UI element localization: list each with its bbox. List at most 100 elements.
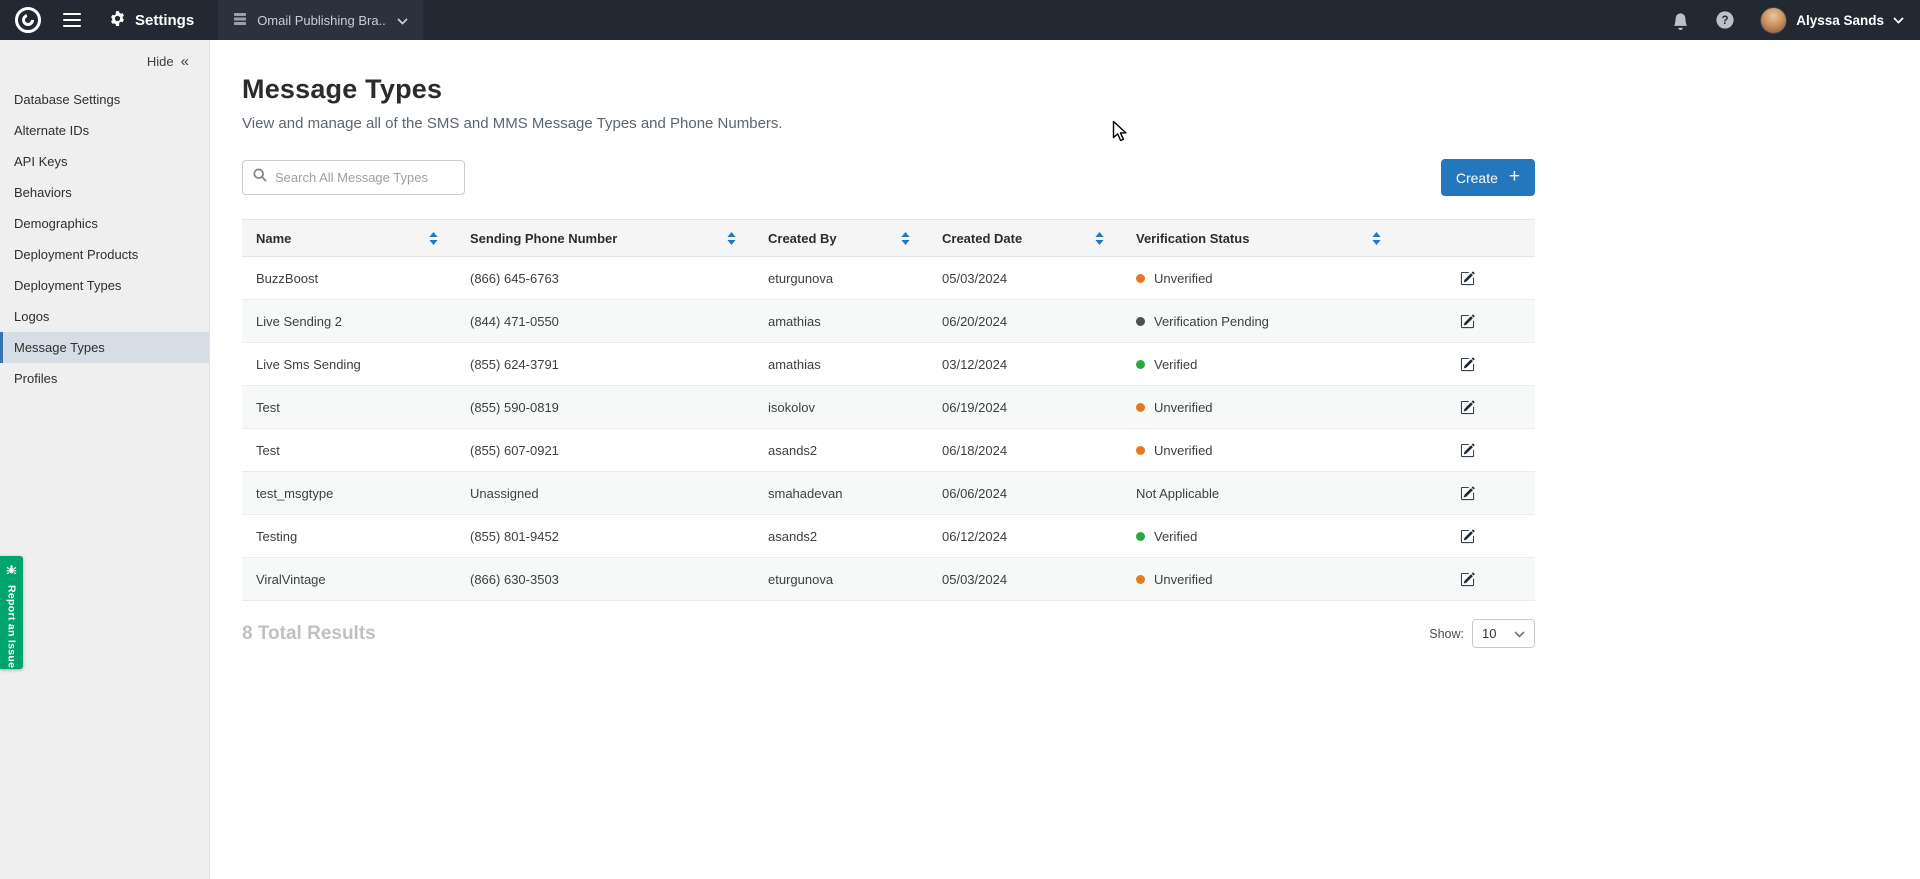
settings-sidebar: Hide « Database Settings Alternate IDs A…: [0, 40, 210, 879]
column-label: Created By: [768, 231, 837, 246]
edit-icon[interactable]: [1457, 569, 1478, 590]
cell-name: Testing: [242, 515, 456, 557]
page-subtitle: View and manage all of the SMS and MMS M…: [242, 115, 1535, 132]
chevron-down-icon: [1893, 11, 1904, 29]
table-row: Test (855) 590-0819 isokolov 06/19/2024 …: [242, 386, 1535, 429]
sidebar-item-deployment-types[interactable]: Deployment Types: [0, 270, 209, 301]
show-label: Show:: [1429, 627, 1464, 641]
cell-phone: (855) 801-9452: [456, 515, 754, 557]
cell-created-date: 03/12/2024: [928, 343, 1122, 385]
menu-icon[interactable]: [59, 9, 85, 31]
table-header-row: Name Sending Phone Number Created By: [242, 220, 1535, 257]
sidebar-item-logos[interactable]: Logos: [0, 301, 209, 332]
page-size-select[interactable]: 10: [1472, 619, 1535, 648]
edit-icon[interactable]: [1457, 311, 1478, 332]
cell-name: ViralVintage: [242, 558, 456, 600]
table-row: test_msgtype Unassigned smahadevan 06/06…: [242, 472, 1535, 515]
sort-icon[interactable]: [1372, 232, 1381, 245]
cell-phone: (855) 590-0819: [456, 386, 754, 428]
help-icon[interactable]: ?: [1715, 10, 1735, 30]
total-results-label: 8 Total Results: [242, 623, 376, 645]
search-box[interactable]: [242, 160, 465, 195]
sidebar-item-deployment-products[interactable]: Deployment Products: [0, 239, 209, 270]
gear-icon: [109, 10, 126, 31]
cell-name: Test: [242, 429, 456, 471]
sidebar-item-api-keys[interactable]: API Keys: [0, 146, 209, 177]
app-logo-icon[interactable]: [13, 5, 43, 35]
sidebar-collapse-button[interactable]: Hide «: [0, 40, 209, 84]
collapse-icon: «: [181, 54, 189, 69]
create-label: Create: [1456, 170, 1498, 186]
column-header-created-by[interactable]: Created By: [754, 220, 928, 256]
column-header-created-date[interactable]: Created Date: [928, 220, 1122, 256]
edit-icon[interactable]: [1457, 440, 1478, 461]
column-label: Verification Status: [1136, 231, 1249, 246]
sidebar-item-message-types[interactable]: Message Types: [0, 332, 209, 363]
cell-phone: (866) 645-6763: [456, 257, 754, 299]
brand-selector[interactable]: Omail Publishing Bra...: [218, 0, 423, 40]
cell-status: Verified: [1122, 515, 1399, 557]
cell-created-date: 06/06/2024: [928, 472, 1122, 514]
status-label: Verified: [1154, 529, 1197, 544]
topbar-settings-link[interactable]: Settings: [109, 10, 194, 31]
edit-icon[interactable]: [1457, 354, 1478, 375]
sidebar-item-database-settings[interactable]: Database Settings: [0, 84, 209, 115]
cell-name: Live Sending 2: [242, 300, 456, 342]
cell-status: Unverified: [1122, 429, 1399, 471]
page-title: Message Types: [242, 74, 1535, 105]
notifications-bell-icon[interactable]: [1671, 11, 1690, 30]
column-label: Sending Phone Number: [470, 231, 617, 246]
column-header-sending-phone-number[interactable]: Sending Phone Number: [456, 220, 754, 256]
cell-created-date: 06/18/2024: [928, 429, 1122, 471]
topbar: Settings Omail Publishing Bra...: [0, 0, 1920, 40]
main-content: Message Types View and manage all of the…: [210, 40, 1920, 879]
sidebar-item-behaviors[interactable]: Behaviors: [0, 177, 209, 208]
report-an-issue-tab[interactable]: Report an Issue: [0, 556, 23, 669]
cell-status: Verification Pending: [1122, 300, 1399, 342]
cell-created-by: amathias: [754, 343, 928, 385]
table-row: ViralVintage (866) 630-3503 eturgunova 0…: [242, 558, 1535, 601]
column-label: Created Date: [942, 231, 1022, 246]
status-label: Unverified: [1154, 400, 1213, 415]
app-window: Settings Omail Publishing Bra...: [0, 0, 1920, 879]
cell-status: Verified: [1122, 343, 1399, 385]
status-dot: [1136, 575, 1145, 584]
user-menu[interactable]: Alyssa Sands: [1760, 7, 1904, 34]
bug-icon: [6, 562, 17, 580]
svg-text:?: ?: [1722, 15, 1729, 27]
plus-icon: +: [1509, 167, 1520, 186]
edit-icon[interactable]: [1457, 397, 1478, 418]
table-row: BuzzBoost (866) 645-6763 eturgunova 05/0…: [242, 257, 1535, 300]
edit-icon[interactable]: [1457, 526, 1478, 547]
status-label: Unverified: [1154, 572, 1213, 587]
sort-icon[interactable]: [727, 232, 736, 245]
edit-icon[interactable]: [1457, 483, 1478, 504]
status-dot: [1136, 532, 1145, 541]
cell-status: Unverified: [1122, 558, 1399, 600]
user-name: Alyssa Sands: [1796, 13, 1884, 28]
cell-name: BuzzBoost: [242, 257, 456, 299]
sidebar-item-alternate-ids[interactable]: Alternate IDs: [0, 115, 209, 146]
sort-icon[interactable]: [901, 232, 910, 245]
sidebar-item-profiles[interactable]: Profiles: [0, 363, 209, 394]
cell-phone: Unassigned: [456, 472, 754, 514]
column-label: Name: [256, 231, 291, 246]
table-row: Test (855) 607-0921 asands2 06/18/2024 U…: [242, 429, 1535, 472]
cell-phone: (844) 471-0550: [456, 300, 754, 342]
chevron-down-icon: [397, 13, 408, 28]
table-row: Testing (855) 801-9452 asands2 06/12/202…: [242, 515, 1535, 558]
search-input[interactable]: [275, 170, 454, 185]
status-dot: [1136, 274, 1145, 283]
sort-icon[interactable]: [1095, 232, 1104, 245]
cell-created-date: 06/19/2024: [928, 386, 1122, 428]
status-label: Not Applicable: [1136, 486, 1219, 501]
edit-icon[interactable]: [1457, 268, 1478, 289]
cell-created-by: amathias: [754, 300, 928, 342]
column-header-verification-status[interactable]: Verification Status: [1122, 220, 1399, 256]
sort-icon[interactable]: [429, 232, 438, 245]
create-button[interactable]: Create +: [1441, 159, 1535, 196]
sidebar-item-demographics[interactable]: Demographics: [0, 208, 209, 239]
table-body: BuzzBoost (866) 645-6763 eturgunova 05/0…: [242, 257, 1535, 601]
cell-created-by: isokolov: [754, 386, 928, 428]
column-header-name[interactable]: Name: [242, 220, 456, 256]
